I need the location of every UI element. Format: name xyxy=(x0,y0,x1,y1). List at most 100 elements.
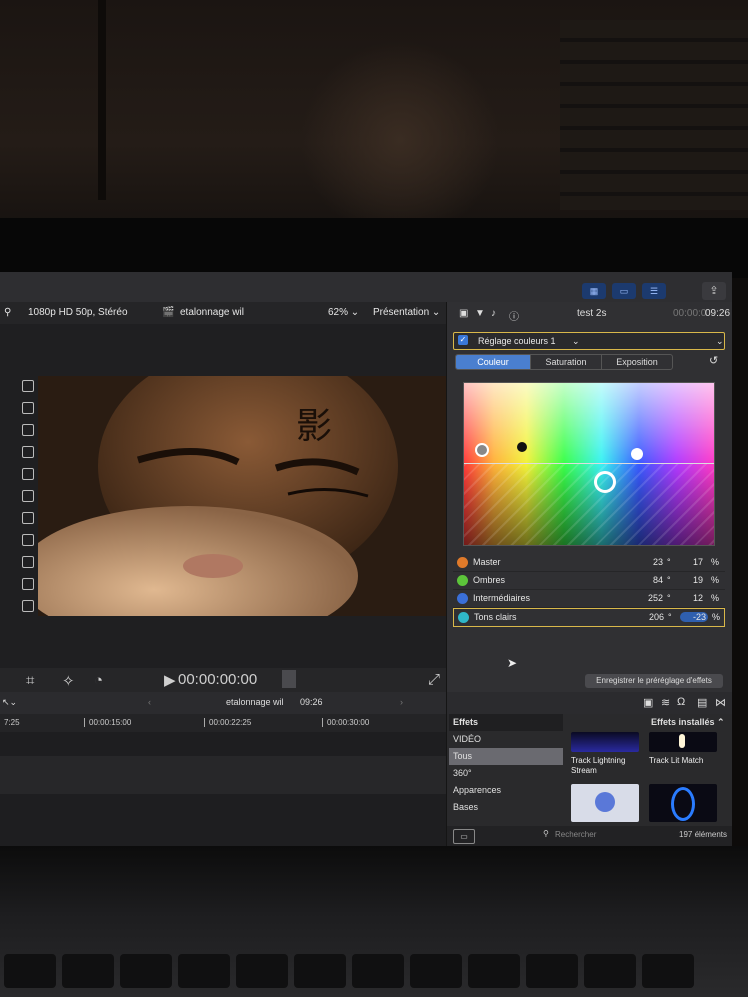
installed-effects-menu[interactable]: Effets installés ⌃ xyxy=(651,717,725,728)
play-icon[interactable]: ▶ xyxy=(164,671,176,689)
lightning-stream-thumbnail[interactable] xyxy=(571,732,639,752)
amount-input[interactable]: -23 xyxy=(680,612,708,622)
share-icon[interactable]: ⇪ xyxy=(702,282,726,300)
timeline-ruler[interactable]: 7:25 00:00:15:00 00:00:22:25 00:00:30:00 xyxy=(0,714,446,732)
keyboard-key xyxy=(642,954,694,988)
audio-icon[interactable]: ♪ xyxy=(491,308,496,319)
amount-value[interactable]: 17 xyxy=(679,557,703,567)
headphones-icon[interactable]: Ω xyxy=(677,696,685,708)
fullscreen-icon[interactable]: ⤢ xyxy=(428,671,440,688)
row-ombres[interactable]: Ombres 84 ° 19 % xyxy=(453,572,725,590)
audio-wave-icon[interactable]: ≋ xyxy=(661,696,670,709)
effect-thumbnail[interactable] xyxy=(649,784,717,822)
category-apparences[interactable]: Apparences xyxy=(449,782,563,799)
transitions-icon[interactable]: ⋈ xyxy=(715,696,726,709)
frame-marker[interactable] xyxy=(22,402,34,414)
angle-value[interactable]: 206 xyxy=(634,612,664,622)
tab-couleur[interactable]: Couleur xyxy=(456,355,530,369)
frame-marker[interactable] xyxy=(22,380,34,392)
category-360[interactable]: 360° xyxy=(449,765,563,782)
film-icon[interactable]: ▣ xyxy=(459,308,468,319)
lit-match-thumbnail[interactable] xyxy=(649,732,717,752)
frame-marker[interactable] xyxy=(22,490,34,502)
highlights-swatch-icon xyxy=(458,612,469,623)
angle-value[interactable]: 252 xyxy=(633,593,663,603)
color-tabs: Couleur Saturation Exposition xyxy=(455,354,673,370)
master-puck[interactable] xyxy=(475,443,489,457)
enable-checkbox[interactable]: ✓ xyxy=(458,335,468,345)
crop-icon[interactable]: ⌗ xyxy=(26,672,34,689)
angle-value[interactable]: 23 xyxy=(633,557,663,567)
keyboard-key xyxy=(4,954,56,988)
effect-thumbnail[interactable] xyxy=(571,784,639,822)
magic-wand-icon[interactable]: ✧ xyxy=(62,672,75,690)
frame-marker[interactable] xyxy=(22,600,34,612)
keyboard-key xyxy=(178,954,230,988)
row-master[interactable]: Master 23 ° 17 % xyxy=(453,554,725,572)
presentation-menu[interactable]: Présentation ⌄ xyxy=(373,307,440,318)
back-icon[interactable]: ‹ xyxy=(148,697,151,707)
angle-value[interactable]: 84 xyxy=(633,575,663,585)
video-frame[interactable]: 影 xyxy=(38,376,446,616)
keyboard-key xyxy=(468,954,520,988)
forward-icon[interactable]: › xyxy=(400,697,403,707)
amount-value[interactable]: 12 xyxy=(679,593,703,603)
shadows-swatch-icon xyxy=(457,575,468,586)
reset-icon[interactable]: ↺ xyxy=(709,354,718,367)
chevron-down-icon[interactable]: ⌄ xyxy=(716,333,724,349)
timecode-prefix: 00:00:0 xyxy=(673,308,707,319)
speed-icon[interactable]: ◔ xyxy=(94,672,103,689)
frame-marker[interactable] xyxy=(22,556,34,568)
filmstrip-view-icon[interactable]: ▭ xyxy=(612,283,636,299)
highlights-puck[interactable] xyxy=(594,471,616,493)
info-icon[interactable]: ⓘ xyxy=(509,308,519,323)
timeline-area[interactable] xyxy=(0,732,446,846)
effect-caption: Track Lit Match xyxy=(649,756,704,765)
lamp-pole xyxy=(98,0,106,200)
effects-grid: Effets installés ⌃ Track Lightning Strea… xyxy=(565,714,732,826)
zoom-menu[interactable]: 62% ⌄ xyxy=(328,307,359,318)
camera-icon[interactable]: ▣ xyxy=(643,696,653,709)
amount-value[interactable]: 19 xyxy=(679,575,703,585)
tab-exposition[interactable]: Exposition xyxy=(601,355,672,369)
frame-marker[interactable] xyxy=(22,534,34,546)
master-swatch-icon xyxy=(457,557,468,568)
frame-marker[interactable] xyxy=(22,446,34,458)
row-intermediaires[interactable]: Intermédiaires 252 ° 12 % xyxy=(453,590,725,608)
row-tons-clairs[interactable]: Tons clairs 206 ° -23 % xyxy=(453,608,725,627)
category-tous[interactable]: Tous xyxy=(449,748,563,765)
color-board-positive xyxy=(464,383,714,464)
viewer-header: ⚲ 1080p HD 50p, Stéréo 🎬 etalonnage wil … xyxy=(0,302,446,324)
lamp-glow xyxy=(300,40,500,240)
inspector-toggle-icon[interactable]: ☰ xyxy=(642,283,666,299)
color-icon[interactable]: ▼ xyxy=(475,308,485,319)
midtones-puck[interactable] xyxy=(631,448,643,460)
playhead-timecode: 00:00:00:00 xyxy=(178,671,258,688)
category-video[interactable]: VIDÉO xyxy=(449,731,563,748)
browser-toggle-icon[interactable]: ▤ xyxy=(697,696,707,709)
laptop-keyboard xyxy=(0,846,748,997)
ruler-tick: 7:25 xyxy=(4,718,20,727)
category-bases[interactable]: Bases xyxy=(449,799,563,816)
midtones-swatch-icon xyxy=(457,593,468,604)
frame-marker[interactable] xyxy=(22,468,34,480)
save-preset-button[interactable]: Enregistrer le préréglage d'effets xyxy=(585,674,723,688)
sidebar-toggle-icon[interactable]: ▭ xyxy=(453,829,475,844)
preset-selector[interactable]: ✓ Réglage couleurs 1 ⌄ ⌄ xyxy=(453,332,725,350)
timeline-track[interactable] xyxy=(0,756,446,794)
percent-unit: % xyxy=(711,575,720,585)
timeline-project: etalonnage wil xyxy=(226,697,284,707)
effects-search-input[interactable]: Rechercher xyxy=(555,830,596,839)
frame-marker[interactable] xyxy=(22,424,34,436)
frame-marker[interactable] xyxy=(22,578,34,590)
shadows-puck[interactable] xyxy=(517,442,527,452)
tab-saturation[interactable]: Saturation xyxy=(530,355,601,369)
effects-categories: Effets VIDÉO Tous 360° Apparences Bases xyxy=(449,714,563,816)
search-icon[interactable]: ⚲ xyxy=(4,307,11,318)
preset-name: Réglage couleurs 1 xyxy=(478,336,556,346)
frame-marker[interactable] xyxy=(22,512,34,524)
color-board[interactable] xyxy=(463,382,715,546)
grid-view-icon[interactable]: ▦ xyxy=(582,283,606,299)
arrow-tool-icon[interactable]: ↖⌄ xyxy=(2,697,17,708)
keyboard-key xyxy=(120,954,172,988)
